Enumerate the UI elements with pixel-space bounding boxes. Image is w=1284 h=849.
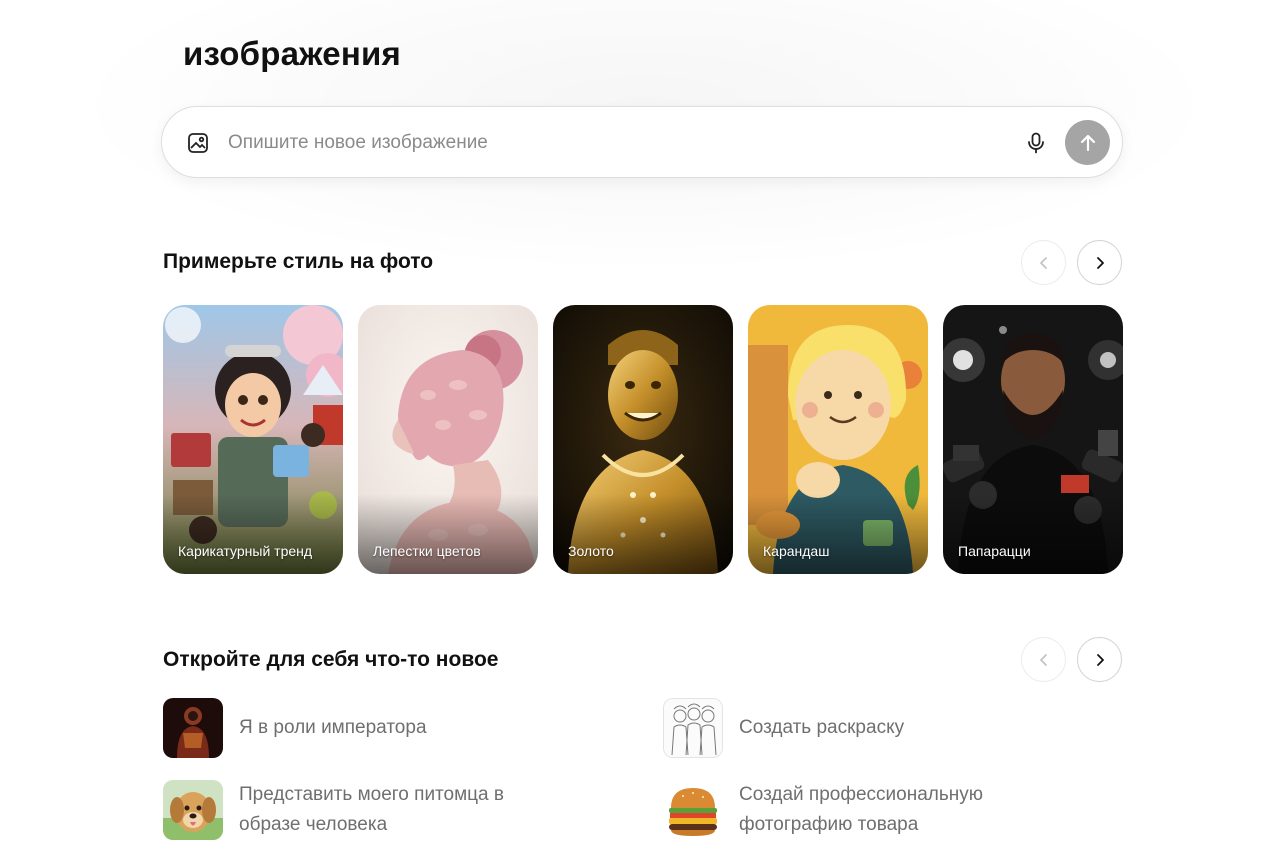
style-card-flower-petals[interactable]: Лепестки цветов: [358, 305, 538, 574]
styles-section-title: Примерьте стиль на фото: [163, 250, 434, 273]
style-card-label: Карикатурный тренд: [178, 543, 313, 559]
prompt-input[interactable]: [228, 127, 1008, 159]
coloring-page-thumbnail: [663, 698, 723, 758]
chevron-right-icon: [1096, 653, 1104, 666]
style-card-label: Папарацци: [958, 543, 1031, 559]
idea-item-coloring[interactable]: Создать раскраску: [663, 698, 1099, 758]
card-shade: [163, 494, 343, 574]
dog-thumbnail: [163, 780, 223, 840]
microphone-icon[interactable]: [1022, 129, 1050, 157]
style-card-label: Золото: [568, 543, 614, 559]
image-icon[interactable]: [184, 129, 212, 157]
emperor-thumbnail: [163, 698, 223, 758]
style-card-gold[interactable]: Золото: [553, 305, 733, 574]
idea-item-label: Представить моего питомца в образе челов…: [239, 784, 504, 835]
card-shade: [553, 494, 733, 574]
style-cards-carousel: Карикатурный тренд Лепестки цветов Золот…: [163, 305, 1123, 574]
arrow-up-icon: [1080, 134, 1095, 151]
chevron-left-icon: [1039, 653, 1047, 666]
style-card-paparazzi[interactable]: Папарацци: [943, 305, 1123, 574]
discover-section-title: Откройте для себя что-то новое: [163, 648, 499, 671]
style-card-caricature[interactable]: Карикатурный тренд: [163, 305, 343, 574]
idea-item-label: Я в роли императора: [239, 717, 427, 738]
idea-item-label: Создай профессиональную фотографию товар…: [739, 784, 984, 835]
chevron-right-icon: [1096, 256, 1104, 269]
style-card-label: Лепестки цветов: [373, 543, 481, 559]
card-shade: [943, 494, 1123, 574]
idea-item-pet[interactable]: Представить моего питомца в образе челов…: [163, 780, 539, 840]
idea-item-label: Создать раскраску: [739, 717, 905, 738]
discover-next-button[interactable]: [1077, 637, 1122, 682]
style-card-pencil[interactable]: Карандаш: [748, 305, 928, 574]
idea-item-emperor[interactable]: Я в роли императора: [163, 698, 599, 758]
page-title: изображения: [183, 35, 401, 72]
chevron-left-icon: [1039, 256, 1047, 269]
styles-next-button[interactable]: [1077, 240, 1122, 285]
style-card-label: Карандаш: [763, 543, 830, 559]
idea-item-product-photo[interactable]: Создай профессиональную фотографию товар…: [663, 780, 1039, 840]
card-shade: [358, 494, 538, 574]
burger-thumbnail: [663, 780, 723, 840]
card-shade: [748, 494, 928, 574]
styles-prev-button[interactable]: [1021, 240, 1066, 285]
discover-prev-button[interactable]: [1021, 637, 1066, 682]
send-button[interactable]: [1065, 120, 1110, 165]
prompt-bar: [161, 106, 1123, 178]
